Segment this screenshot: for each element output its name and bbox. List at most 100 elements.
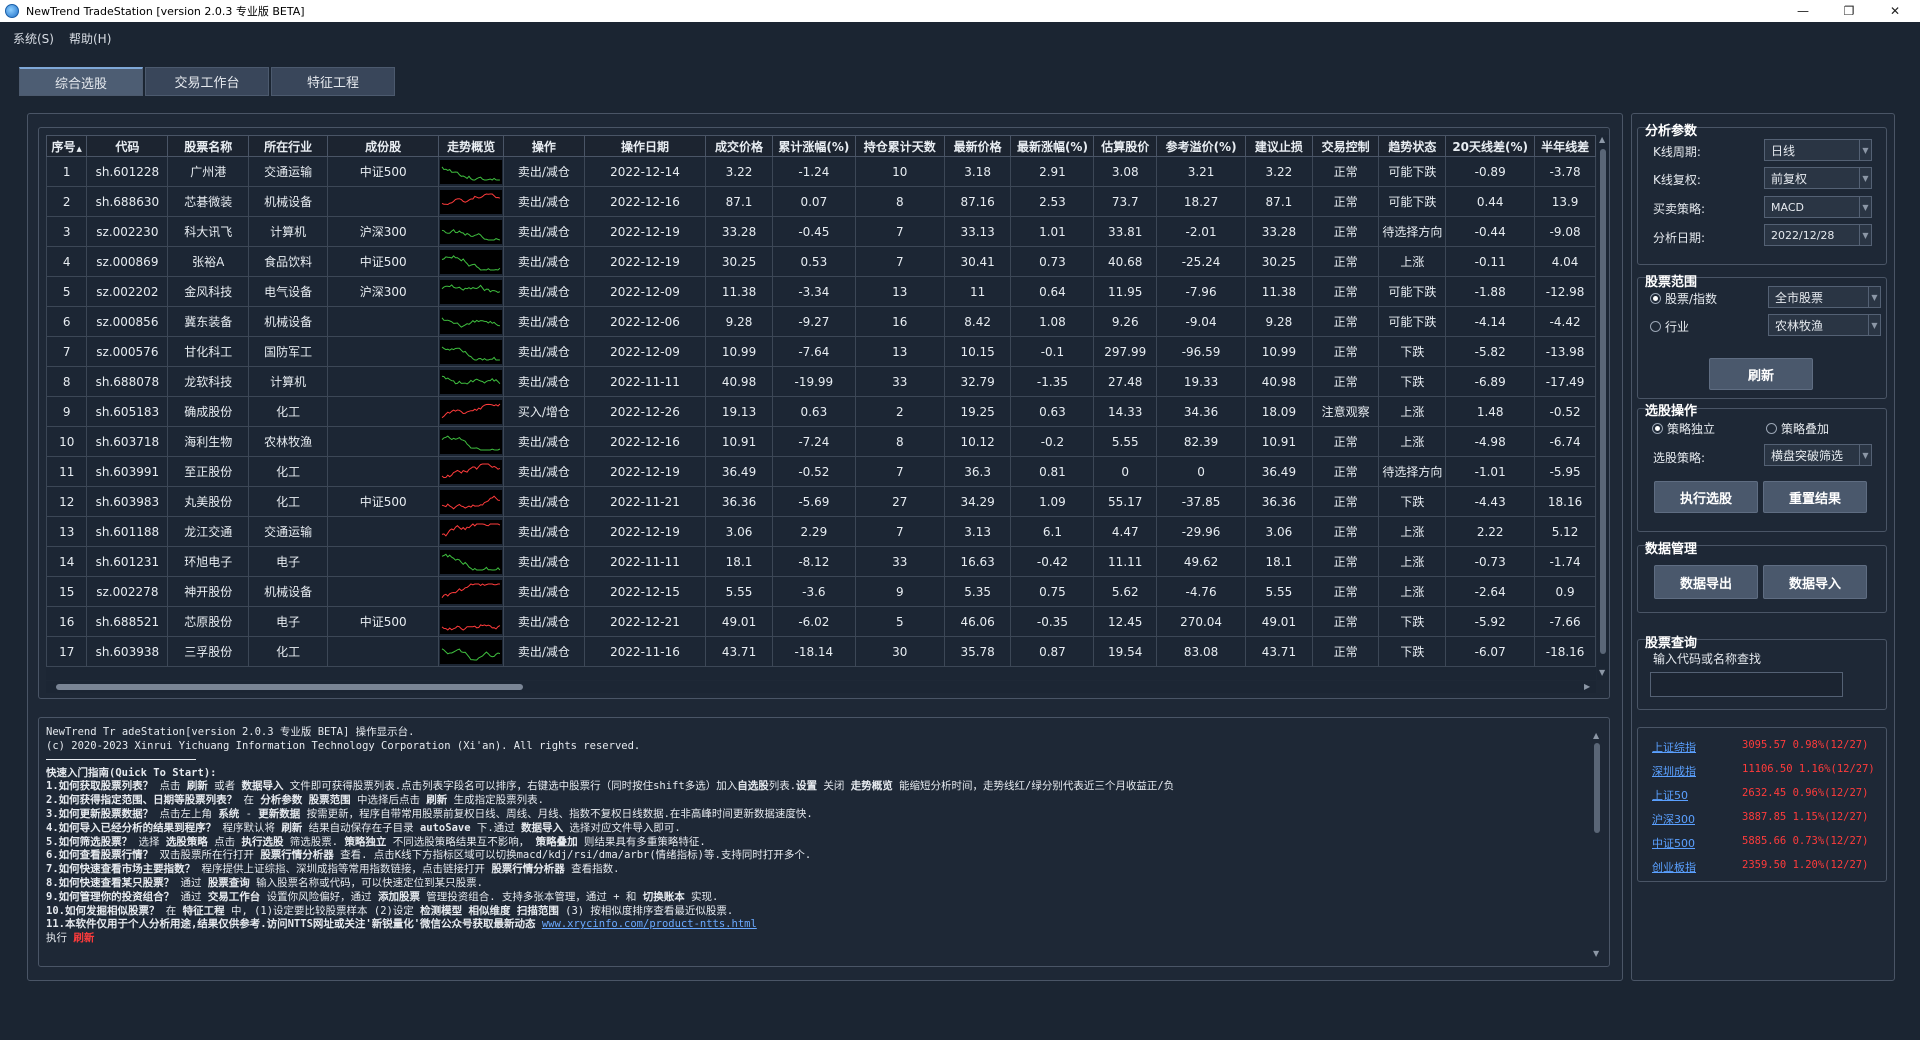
trend-sparkline-line xyxy=(442,375,501,384)
column-header[interactable]: 建议止损 xyxy=(1245,135,1313,157)
log-scroll-up-icon[interactable]: ▲ xyxy=(1593,731,1599,740)
column-header[interactable]: 参考溢价(%) xyxy=(1156,135,1247,157)
table-row[interactable]: 8 sh.688078 龙软科技 计算机 卖出/减仓 2022-11-11 40.98 -19… xyxy=(46,366,1596,397)
cell-date: 2022-12-16 xyxy=(583,426,707,457)
cell-prem: 19.33 xyxy=(1156,366,1247,397)
column-header[interactable]: 趋势状态 xyxy=(1378,135,1447,157)
column-header[interactable]: 半年线差 xyxy=(1534,135,1596,157)
run-selection-button[interactable]: 执行选股 xyxy=(1654,481,1758,513)
data-export-button[interactable]: 数据导出 xyxy=(1654,565,1758,599)
column-header[interactable]: 估算股价 xyxy=(1093,135,1158,157)
minimize-button[interactable]: — xyxy=(1780,0,1826,22)
column-header[interactable]: 成份股 xyxy=(327,135,440,157)
column-header[interactable]: 累计涨幅(%) xyxy=(771,135,856,157)
selection-strategy-select[interactable]: 横盘突破筛选 ▼ xyxy=(1764,444,1872,466)
column-header[interactable]: 走势概览 xyxy=(438,135,504,157)
column-header[interactable]: 20天线差(%) xyxy=(1445,135,1536,157)
column-header[interactable]: 持仓累计天数 xyxy=(854,135,945,157)
table-row[interactable]: 15 sz.002278 神开股份 机械设备 卖出/减仓 2022-12-15 5.55 -3… xyxy=(46,576,1596,607)
column-header[interactable]: 股票名称 xyxy=(167,135,250,157)
table-row[interactable]: 17 sh.603938 三孚股份 化工 卖出/减仓 2022-11-16 43.71 -18… xyxy=(46,636,1596,667)
column-header[interactable]: 序号▲ xyxy=(46,135,88,157)
strategy-independent-radio[interactable]: 策略独立 xyxy=(1652,420,1715,437)
log-line: (c) 2020-2023 Xinrui Yichuang Informatio… xyxy=(46,740,1586,754)
column-header[interactable]: 操作 xyxy=(502,135,585,157)
log-scroll-thumb[interactable] xyxy=(1594,743,1600,833)
column-header[interactable]: 操作日期 xyxy=(583,135,707,157)
cell-half: -9.08 xyxy=(1534,216,1596,247)
cell-date: 2022-12-19 xyxy=(583,456,707,487)
index-link[interactable]: 中证500 xyxy=(1652,835,1742,850)
scroll-right-arrow-icon[interactable]: ▶ xyxy=(1584,682,1590,691)
tab-stock-screening[interactable]: 综合选股 xyxy=(19,67,143,96)
table-row[interactable]: 10 sh.603718 海利生物 农林牧渔 卖出/减仓 2022-12-16 10.91-… xyxy=(46,426,1596,457)
log-line xyxy=(46,758,196,767)
menu-system[interactable]: 系统(S) xyxy=(13,30,54,47)
stock-query-input[interactable] xyxy=(1650,672,1843,697)
cell-d20: -4.98 xyxy=(1445,426,1536,457)
scroll-down-arrow-icon[interactable]: ▼ xyxy=(1599,668,1605,677)
trend-sparkline-line xyxy=(441,346,501,361)
tab-feature-engineering[interactable]: 特征工程 xyxy=(271,67,395,96)
scope-stock-index-radio[interactable]: 股票/指数 xyxy=(1650,290,1717,307)
column-header[interactable]: 最新涨幅(%) xyxy=(1010,135,1095,157)
menu-help[interactable]: 帮助(H) xyxy=(69,30,111,47)
table-row[interactable]: 1 sh.601228 广州港 交通运输 中证500 卖出/减仓 2022-12-14 3.2… xyxy=(46,156,1596,187)
index-link[interactable]: 上证50 xyxy=(1652,787,1742,802)
analysis-date-picker[interactable]: 2022/12/28 ▼ xyxy=(1764,224,1872,246)
cell-cum: -0.52 xyxy=(771,456,856,487)
index-row: 深圳成指 11106.50 1.16%(12/27) xyxy=(1652,763,1875,778)
cell-last: 10.12 xyxy=(943,426,1012,457)
maximize-button[interactable]: ❐ xyxy=(1826,0,1872,22)
trade-strategy-select[interactable]: MACD ▼ xyxy=(1764,196,1872,218)
column-header[interactable]: 最新价格 xyxy=(943,135,1012,157)
table-vscroll-thumb[interactable] xyxy=(1600,149,1606,654)
scope-market-select[interactable]: 全市股票 ▼ xyxy=(1768,286,1881,308)
log-text: 程序提供上证综指、深圳成指等常用指数链接，点击链接打开 xyxy=(195,863,492,876)
column-header[interactable]: 所在行业 xyxy=(248,135,329,157)
column-header[interactable]: 代码 xyxy=(86,135,169,157)
table-horizontal-scrollbar[interactable]: ▶ xyxy=(46,681,1596,693)
kline-adjust-select[interactable]: 前复权 ▼ xyxy=(1764,167,1872,189)
tab-trading-workbench[interactable]: 交易工作台 xyxy=(145,67,269,96)
table-row[interactable]: 3 sz.002230 科大讯飞 计算机 沪深300 卖出/减仓 2022-12-19 33.… xyxy=(46,216,1596,247)
table-row[interactable]: 13 sh.601188 龙江交通 交通运输 卖出/减仓 2022-12-19 3.06 2.… xyxy=(46,516,1596,547)
strategy-overlay-radio[interactable]: 策略叠加 xyxy=(1766,420,1829,437)
table-row[interactable]: 4 sz.000869 张裕A 食品饮料 中证500 卖出/减仓 2022-12-19 30.… xyxy=(46,246,1596,277)
close-button[interactable]: ✕ xyxy=(1872,0,1918,22)
cell-days: 7 xyxy=(854,246,945,277)
scroll-up-arrow-icon[interactable]: ▲ xyxy=(1599,135,1605,144)
kline-period-select[interactable]: 日线 ▼ xyxy=(1764,139,1872,161)
index-link[interactable]: 创业板指 xyxy=(1652,859,1742,874)
trend-sparkline-line xyxy=(441,463,501,478)
log-scroll-down-icon[interactable]: ▼ xyxy=(1593,949,1599,958)
index-link[interactable]: 沪深300 xyxy=(1652,811,1742,826)
log-console[interactable]: NewTrend Tr adeStation[version 2.0.3 专业版… xyxy=(46,726,1586,964)
table-vertical-scrollbar[interactable]: ▲ ▼ xyxy=(1597,135,1609,680)
table-row[interactable]: 14 sh.601231 环旭电子 电子 卖出/减仓 2022-11-11 18.1 -8.1… xyxy=(46,546,1596,577)
index-link[interactable]: 上证综指 xyxy=(1652,739,1742,754)
website-link[interactable]: www.xrycinfo.com/product-ntts.html xyxy=(542,918,757,930)
table-row[interactable]: 16 sh.688521 芯原股份 电子 中证500 卖出/减仓 2022-12-21 49.… xyxy=(46,606,1596,637)
table-row[interactable]: 2 sh.688630 芯碁微装 机械设备 卖出/减仓 2022-12-16 87.1 0.0… xyxy=(46,186,1596,217)
cell-date: 2022-12-16 xyxy=(583,186,707,217)
cell-comp: 沪深300 xyxy=(327,276,440,307)
table-row[interactable]: 9 sh.605183 确成股份 化工 买入/增仓 2022-12-26 19.13 0.63… xyxy=(46,396,1596,427)
table-row[interactable]: 7 sz.000576 甘化科工 国防军工 卖出/减仓 2022-12-09 10.99 -7… xyxy=(46,336,1596,367)
column-header[interactable]: 成交价格 xyxy=(705,135,773,157)
scope-industry-select[interactable]: 农林牧渔 ▼ xyxy=(1768,314,1881,336)
column-header[interactable]: 交易控制 xyxy=(1311,135,1380,157)
reset-results-button[interactable]: 重置结果 xyxy=(1763,481,1867,513)
index-row: 上证50 2632.45 0.96%(12/27) xyxy=(1652,787,1868,802)
refresh-button[interactable]: 刷新 xyxy=(1709,358,1813,390)
index-value: 5885.66 0.73%(12/27) xyxy=(1742,835,1869,847)
table-row[interactable]: 11 sh.603991 至正股份 化工 卖出/减仓 2022-12-19 36.49 -0.… xyxy=(46,456,1596,487)
log-scrollbar[interactable]: ▲ ▼ xyxy=(1591,731,1603,961)
data-import-button[interactable]: 数据导入 xyxy=(1763,565,1867,599)
table-row[interactable]: 12 sh.603983 丸美股份 化工 中证500 卖出/减仓 2022-11-21 36.… xyxy=(46,486,1596,517)
scope-industry-radio[interactable]: 行业 xyxy=(1650,318,1689,335)
table-row[interactable]: 5 sz.002202 金风科技 电气设备 沪深300 卖出/减仓 2022-12-09 11… xyxy=(46,276,1596,307)
table-hscroll-thumb[interactable] xyxy=(56,684,523,690)
table-row[interactable]: 6 sz.000856 冀东装备 机械设备 卖出/减仓 2022-12-06 9.28 -9.… xyxy=(46,306,1596,337)
index-link[interactable]: 深圳成指 xyxy=(1652,763,1742,778)
